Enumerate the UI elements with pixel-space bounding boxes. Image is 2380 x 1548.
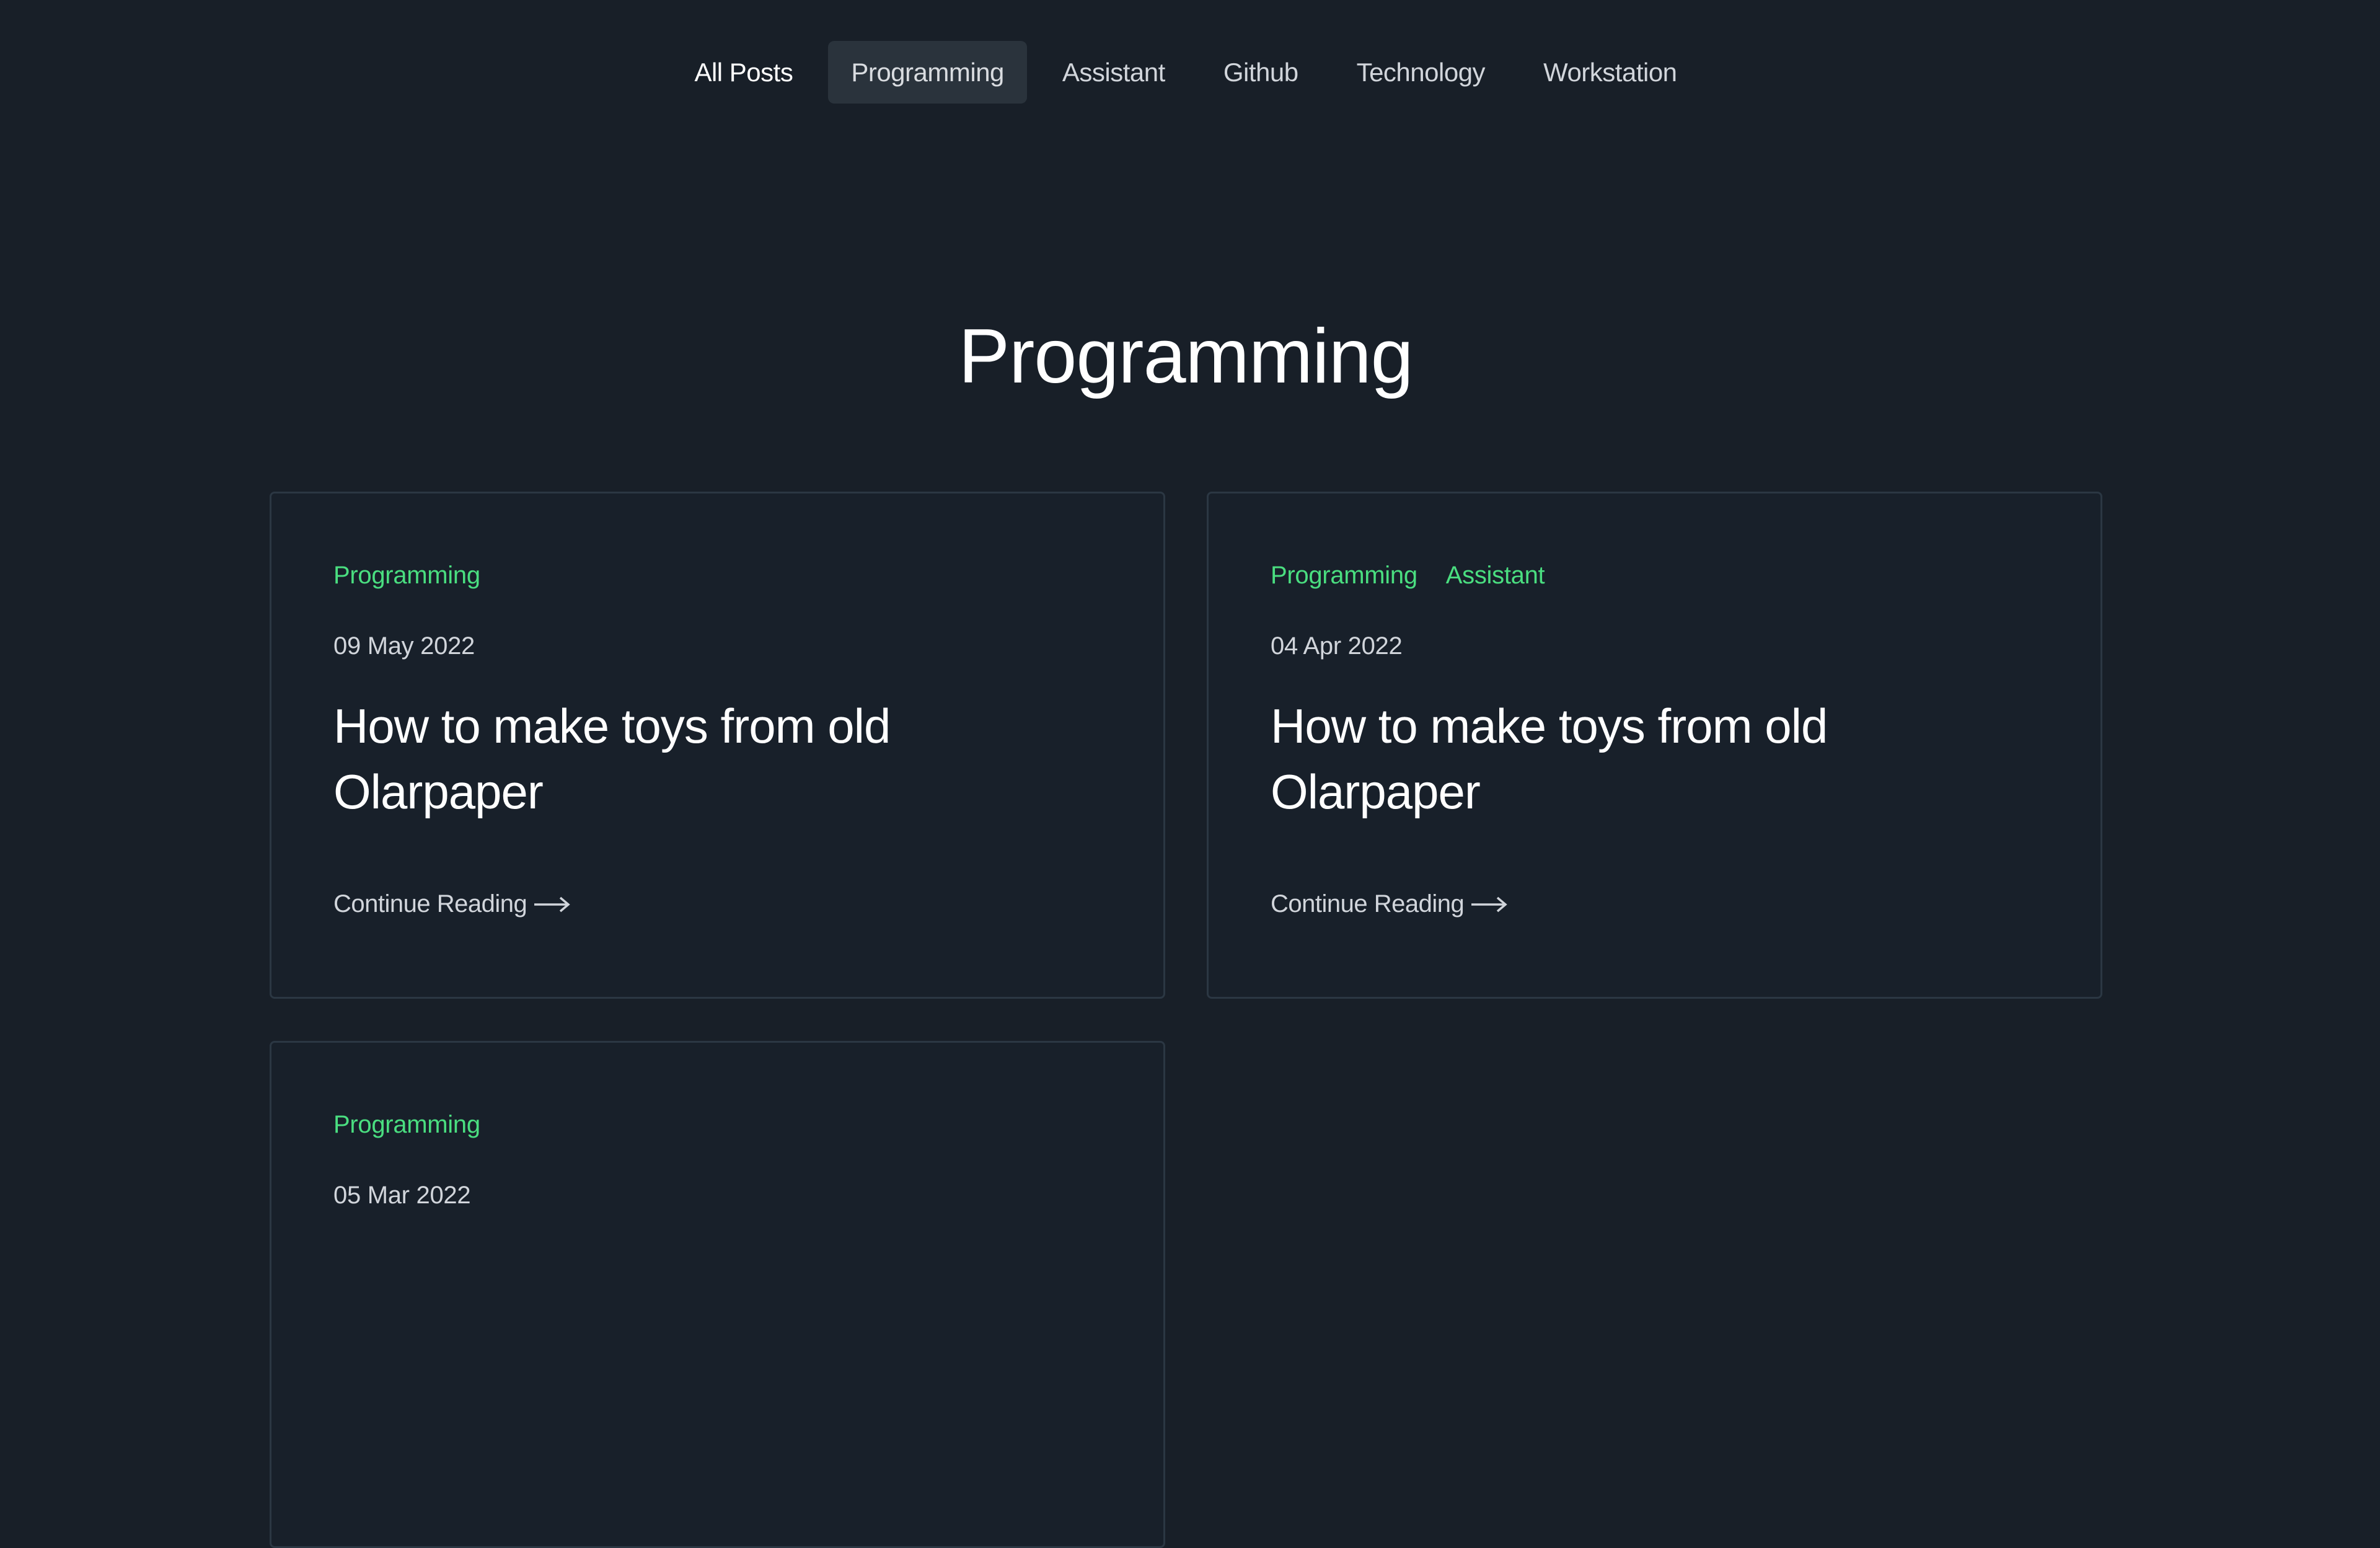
continue-reading-link[interactable]: Continue Reading <box>1271 890 1507 918</box>
category-nav: All Posts Programming Assistant Github T… <box>0 41 2371 104</box>
continue-reading-link[interactable]: Continue Reading <box>333 890 570 918</box>
post-tags: Programming <box>333 1107 1101 1142</box>
nav-item-technology[interactable]: Technology <box>1334 41 1508 104</box>
long-arrow-right-icon <box>1471 896 1507 912</box>
post-card: Programming 05 Mar 2022 <box>270 1041 1165 1548</box>
continue-reading-label: Continue Reading <box>1271 890 1465 918</box>
post-date: 09 May 2022 <box>333 632 475 660</box>
post-date: 04 Apr 2022 <box>1271 632 1403 660</box>
nav-item-assistant[interactable]: Assistant <box>1039 41 1188 104</box>
post-tag[interactable]: Programming <box>333 1111 480 1139</box>
post-tag[interactable]: Assistant <box>1446 562 1545 590</box>
post-tag[interactable]: Programming <box>1271 562 1417 590</box>
nav-item-all-posts[interactable]: All Posts <box>671 41 816 104</box>
nav-item-github[interactable]: Github <box>1201 41 1321 104</box>
post-card: Programming 09 May 2022 How to make toys… <box>270 492 1165 999</box>
post-title[interactable]: How to make toys from old Olarpaper <box>333 693 1003 825</box>
continue-reading-label: Continue Reading <box>333 890 527 918</box>
page-title: Programming <box>958 314 1413 399</box>
nav-item-programming[interactable]: Programming <box>828 41 1027 104</box>
post-tags: Programming <box>333 558 1101 593</box>
post-tag[interactable]: Programming <box>333 562 480 590</box>
post-date: 05 Mar 2022 <box>333 1182 471 1209</box>
post-title[interactable]: How to make toys from old Olarpaper <box>1271 693 1940 825</box>
nav-item-workstation[interactable]: Workstation <box>1520 41 1699 104</box>
post-tags: Programming Assistant <box>1271 558 2038 593</box>
post-card: Programming Assistant 04 Apr 2022 How to… <box>1207 492 2102 999</box>
post-grid: Programming 09 May 2022 How to make toys… <box>270 492 2102 1548</box>
long-arrow-right-icon <box>534 896 570 912</box>
